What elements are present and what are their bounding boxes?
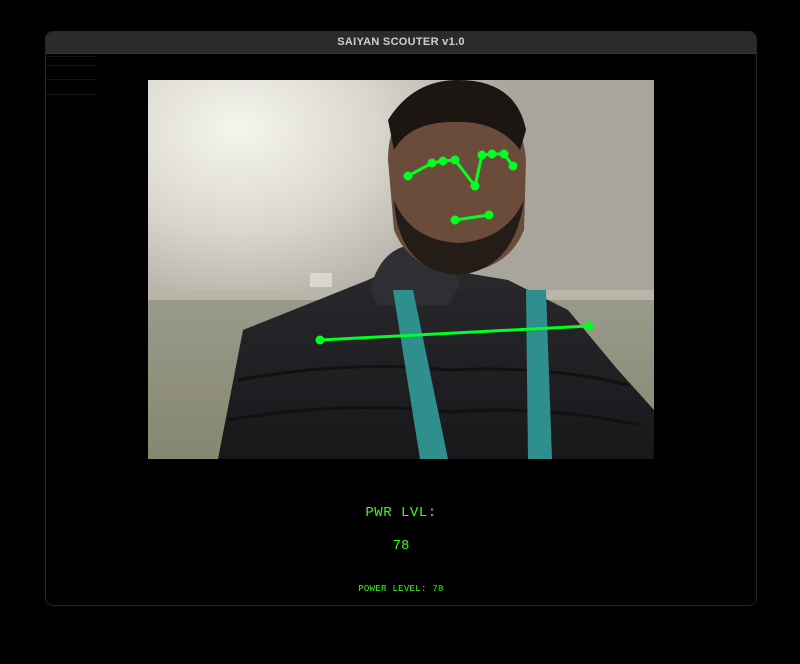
mouth-line — [453, 213, 491, 222]
pose-lines — [318, 152, 591, 342]
camera-feed — [148, 80, 654, 459]
power-level-value: 78 — [392, 538, 410, 554]
keypoint — [470, 181, 480, 191]
keypoint — [484, 210, 494, 220]
keypoint — [584, 321, 594, 331]
keypoint — [499, 149, 509, 159]
keypoint — [508, 161, 518, 171]
keypoint — [450, 155, 460, 165]
app-window: SAIYAN SCOUTER v1.0 PWR LVL: 78 POWER LE… — [45, 31, 757, 606]
keypoint — [403, 171, 413, 181]
ghost-line — [46, 65, 96, 66]
keypoint — [438, 156, 448, 166]
ghost-line — [46, 56, 96, 57]
power-level-label: PWR LVL: — [365, 505, 437, 521]
keypoint — [427, 158, 437, 168]
pose-points — [315, 149, 594, 345]
ghost-line — [46, 79, 96, 80]
keypoint — [487, 149, 497, 159]
keypoint — [477, 150, 487, 160]
brow-line — [406, 152, 515, 190]
keypoint — [450, 215, 460, 225]
power-level-status: POWER LEVEL: 78 — [358, 584, 444, 594]
ghost-line — [46, 94, 96, 95]
shoulder-line — [318, 324, 591, 342]
window-title: SAIYAN SCOUTER v1.0 — [46, 32, 756, 54]
keypoint — [315, 335, 325, 345]
pose-overlay — [315, 149, 594, 345]
